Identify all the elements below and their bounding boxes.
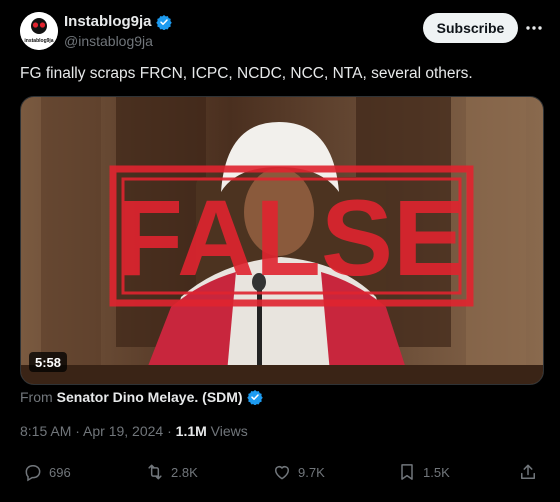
bookmark-icon [401,464,413,480]
video-player[interactable]: FALSE [20,96,544,385]
svg-text:instablog9ja: instablog9ja [24,38,53,44]
instablog9ja-logo-icon: instablog9ja [20,12,58,50]
like-button[interactable]: 9.7K [272,462,325,482]
verified-badge-icon [155,14,172,30]
video-duration-badge: 5:58 [29,352,68,372]
subscribe-button[interactable]: Subscribe [423,13,518,43]
share-icon [521,464,535,479]
views-count: 1.1M [175,423,207,439]
from-prefix: From [20,389,53,405]
repost-icon [148,464,162,480]
tweet-actions: 696 2.8K 9.7K 1.5K [0,462,560,492]
video-thumbnail: FALSE [21,97,543,384]
source-name-link[interactable]: Senator Dino Melaye. (SDM) [57,389,243,405]
verified-badge-icon [246,390,263,405]
video-source: From Senator Dino Melaye. (SDM) [20,389,263,405]
more-options-icon[interactable] [524,18,544,38]
heart-icon [275,466,289,480]
avatar[interactable]: instablog9ja [20,12,58,50]
tweet-timestamp[interactable]: 8:15 AM · Apr 19, 2024 · [20,423,172,439]
bookmark-button[interactable]: 1.5K [397,462,450,482]
false-stamp-text: FALSE [117,177,465,298]
author-display-name[interactable]: Instablog9ja [64,13,152,30]
like-count: 9.7K [298,464,325,480]
tweet-meta: 8:15 AM · Apr 19, 2024 · 1.1M Views [20,423,248,439]
author-name-row[interactable]: Instablog9ja [64,13,172,30]
share-button[interactable] [518,462,538,482]
reply-icon [25,465,41,482]
repost-button[interactable]: 2.8K [145,462,198,482]
tweet-text: FG finally scraps FRCN, ICPC, NCDC, NCC,… [20,65,473,82]
reply-count: 696 [49,464,71,480]
views-label: Views [210,423,248,439]
author-handle[interactable]: @instablog9ja [64,33,153,49]
bookmark-count: 1.5K [423,464,450,480]
repost-count: 2.8K [171,464,198,480]
reply-button[interactable]: 696 [23,462,71,482]
